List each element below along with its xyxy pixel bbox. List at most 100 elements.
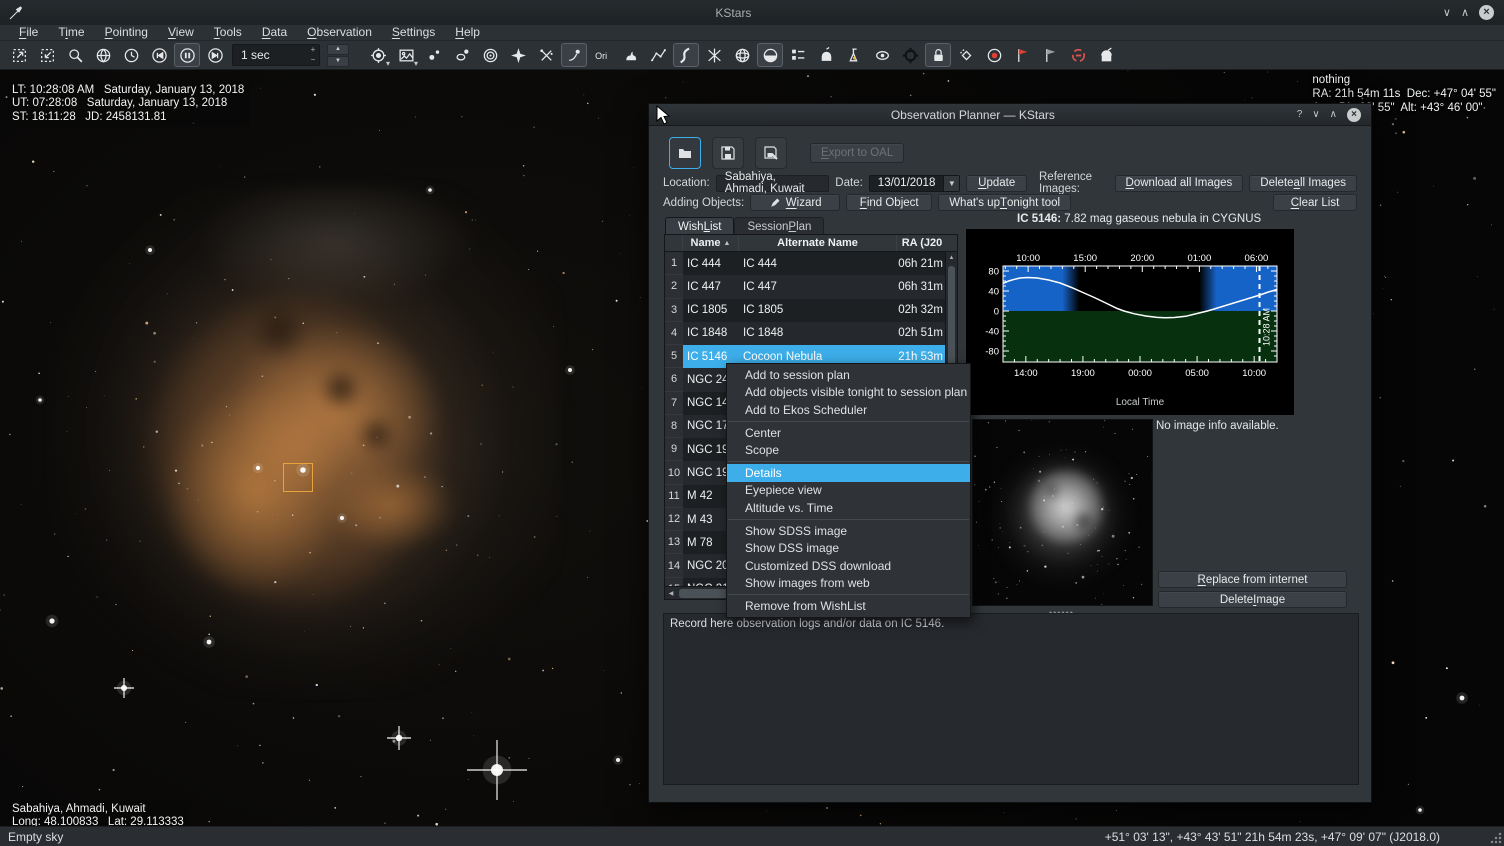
- record-icon[interactable]: [981, 43, 1007, 67]
- cell-ra[interactable]: 06h 21m: [897, 252, 947, 275]
- constellation-lines-icon[interactable]: [645, 43, 671, 67]
- window-titlebar[interactable]: KStars ∨ ∧ ×: [0, 0, 1504, 25]
- resize-grip[interactable]: [1489, 831, 1502, 844]
- context-item-details[interactable]: Details: [727, 464, 970, 482]
- cell-num[interactable]: 7: [665, 392, 683, 415]
- milky-way-icon[interactable]: [701, 43, 727, 67]
- cell-num[interactable]: 12: [665, 508, 683, 531]
- save-list-button[interactable]: [712, 137, 744, 169]
- menu-help[interactable]: Help: [446, 25, 489, 40]
- speed-up-button[interactable]: ▲: [327, 44, 349, 55]
- context-item-add-to-ekos-scheduler[interactable]: Add to Ekos Scheduler: [727, 401, 970, 419]
- context-item-show-dss-image[interactable]: Show DSS image: [727, 539, 970, 557]
- cell-name[interactable]: IC 1805: [683, 299, 739, 322]
- cell-num[interactable]: 9: [665, 438, 683, 461]
- observation-notes-textarea[interactable]: Record here observation logs and/or data…: [663, 613, 1359, 785]
- cell-num[interactable]: 14: [665, 554, 683, 577]
- snap-icon[interactable]: [953, 43, 979, 67]
- menu-pointing[interactable]: Pointing: [96, 25, 157, 40]
- step-forward-icon[interactable]: [202, 43, 228, 67]
- step-backward-icon[interactable]: [146, 43, 172, 67]
- location-value-button[interactable]: Sabahiya, Ahmadi, Kuwait: [716, 175, 830, 192]
- table-row[interactable]: 1IC 444IC 44406h 21m: [665, 252, 957, 275]
- context-item-show-images-from-web[interactable]: Show images from web: [727, 575, 970, 593]
- menu-view[interactable]: View: [159, 25, 203, 40]
- time-step-spin-buttons[interactable]: +−: [307, 45, 319, 65]
- find-object-button[interactable]: Find Object: [846, 194, 932, 211]
- object-thumbnail-image[interactable]: [972, 419, 1153, 606]
- set-time-icon[interactable]: [118, 43, 144, 67]
- table-header[interactable]: Name ▲ Alternate Name RA (J20: [665, 235, 957, 252]
- menu-data[interactable]: Data: [253, 25, 296, 40]
- context-item-add-objects-visible-tonight-to-session-plan[interactable]: Add objects visible tonight to session p…: [727, 384, 970, 402]
- download-all-images-button[interactable]: Download all Images: [1115, 175, 1244, 192]
- context-item-scope[interactable]: Scope: [727, 441, 970, 459]
- cell-num[interactable]: 8: [665, 415, 683, 438]
- context-item-show-sdss-image[interactable]: Show SDSS image: [727, 522, 970, 540]
- observatory-icon[interactable]: [1093, 43, 1119, 67]
- solar-system-icon[interactable]: [449, 43, 475, 67]
- cell-num[interactable]: 10: [665, 461, 683, 484]
- zoom-out-view-icon[interactable]: [34, 43, 60, 67]
- table-row[interactable]: 3IC 1805IC 180502h 32m: [665, 299, 957, 322]
- help-icon[interactable]: ?: [1297, 109, 1303, 120]
- dialog-titlebar[interactable]: Observation Planner — KStars ? ∨ ∧ ×: [649, 104, 1371, 126]
- table-row[interactable]: 2IC 447IC 44706h 31m: [665, 275, 957, 298]
- context-item-altitude-vs-time[interactable]: Altitude vs. Time: [727, 499, 970, 517]
- export-to-oal-button[interactable]: Export to OAL: [810, 143, 904, 163]
- replace-from-internet-button[interactable]: Replace from internet: [1158, 571, 1347, 588]
- cell-num[interactable]: 6: [665, 368, 683, 391]
- delete-all-images-button[interactable]: Delete all Images: [1249, 175, 1357, 192]
- zoom-in-view-icon[interactable]: [6, 43, 32, 67]
- equatorial-grid-icon[interactable]: [729, 43, 755, 67]
- do-not-disturb-icon[interactable]: [1065, 43, 1091, 67]
- context-item-center[interactable]: Center: [727, 424, 970, 442]
- bright-star-icon[interactable]: [505, 43, 531, 67]
- lock-icon[interactable]: [925, 43, 951, 67]
- tab-wish-list[interactable]: Wish List: [665, 217, 734, 235]
- close-icon[interactable]: ×: [1347, 108, 1361, 122]
- horizon-icon[interactable]: [757, 43, 783, 67]
- flag-gray-icon[interactable]: [1037, 43, 1063, 67]
- flag-red-icon[interactable]: [1009, 43, 1035, 67]
- cell-name[interactable]: IC 1848: [683, 322, 739, 345]
- light-pollution-icon[interactable]: [841, 43, 867, 67]
- sky-image-icon[interactable]: ▾: [393, 43, 419, 67]
- crosshair-icon[interactable]: [897, 43, 923, 67]
- chevron-down-icon[interactable]: ▼: [943, 176, 959, 191]
- supernovae-icon[interactable]: [561, 43, 587, 67]
- date-picker[interactable]: 13/01/2018 ▼: [869, 175, 961, 192]
- geo-location-icon[interactable]: [90, 43, 116, 67]
- table-row[interactable]: 4IC 1848IC 184802h 51m: [665, 322, 957, 345]
- maximize-icon[interactable]: ∧: [1330, 109, 1337, 120]
- minimize-icon[interactable]: ∨: [1443, 6, 1451, 19]
- cell-alt[interactable]: IC 1805: [739, 299, 897, 322]
- labels-icon[interactable]: Ori: [589, 43, 615, 67]
- context-item-add-to-session-plan[interactable]: Add to session plan: [727, 366, 970, 384]
- pointing-target-icon[interactable]: ▾: [365, 43, 391, 67]
- cell-num[interactable]: 2: [665, 275, 683, 298]
- find-object-icon[interactable]: [62, 43, 88, 67]
- tab-session-plan[interactable]: Session Plan: [734, 217, 824, 235]
- cell-ra[interactable]: 02h 32m: [897, 299, 947, 322]
- update-button[interactable]: Update: [966, 175, 1027, 192]
- cell-ra[interactable]: 06h 31m: [897, 275, 947, 298]
- wizard-button[interactable]: Wizard: [750, 194, 840, 211]
- menu-tools[interactable]: Tools: [205, 25, 251, 40]
- cell-name[interactable]: IC 444: [683, 252, 739, 275]
- context-item-remove-from-wishlist[interactable]: Remove from WishList: [727, 597, 970, 615]
- constellation-art-icon[interactable]: [617, 43, 643, 67]
- pause-icon[interactable]: [174, 43, 200, 67]
- clear-list-button[interactable]: Clear List: [1273, 194, 1357, 211]
- comets-icon[interactable]: [533, 43, 559, 67]
- speed-down-button[interactable]: ▼: [327, 56, 349, 67]
- cell-num[interactable]: 1: [665, 252, 683, 275]
- menu-time[interactable]: Time: [49, 25, 93, 40]
- context-item-eyepiece-view[interactable]: Eyepiece view: [727, 482, 970, 500]
- dome-icon[interactable]: [813, 43, 839, 67]
- stars-icon[interactable]: [421, 43, 447, 67]
- context-item-customized-dss-download[interactable]: Customized DSS download: [727, 557, 970, 575]
- whats-up-tonight-button[interactable]: What's up Tonight tool: [938, 194, 1071, 211]
- cell-ra[interactable]: 02h 51m: [897, 322, 947, 345]
- time-step-spinbox[interactable]: 1 sec +−: [232, 44, 320, 66]
